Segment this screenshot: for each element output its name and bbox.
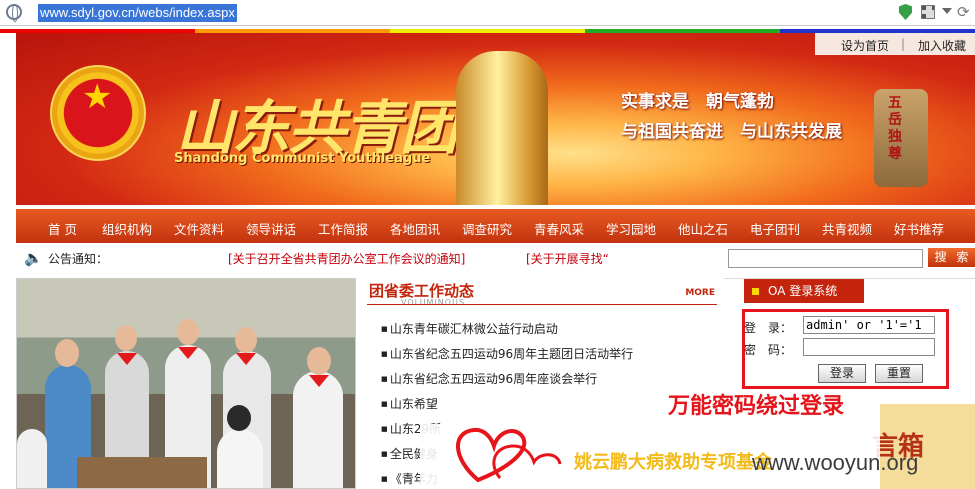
nav-item-speeches[interactable]: 领导讲话 [246, 219, 296, 238]
news-subtitle: VOLUMINOUS [401, 298, 466, 307]
globe-icon [6, 4, 22, 22]
news-photo[interactable] [16, 278, 356, 489]
news-item[interactable]: 山东青年碳汇林微公益行动启动 [381, 320, 633, 345]
site-banner: 设为首页 | 加入收藏 山东共青团 Shandong Communist You… [16, 33, 975, 205]
nav-item-youth[interactable]: 青春风采 [534, 219, 584, 238]
password-label: 密 码： [744, 343, 793, 357]
username-label: 登 录： [744, 321, 793, 335]
nav-item-research[interactable]: 调查研究 [462, 219, 512, 238]
slogan-line-1: 实事求是 朝气蓬勃 [621, 92, 774, 112]
refresh-icon[interactable]: ⟳ [957, 3, 970, 21]
url-text[interactable]: www.sdyl.gov.cn/webs/index.aspx [38, 4, 237, 22]
search-input[interactable] [728, 249, 923, 268]
child-head [227, 405, 251, 431]
nav-item-documents[interactable]: 文件资料 [174, 219, 224, 238]
news-item[interactable]: 山东希望 [381, 395, 633, 420]
nav-item-video[interactable]: 共青视频 [822, 219, 872, 238]
person-head [177, 319, 199, 345]
username-field[interactable] [803, 316, 935, 334]
login-title: OA 登录系统 [744, 279, 864, 303]
more-link[interactable]: MORE [685, 288, 715, 298]
charity-text: 姚云鹏大病救助专项基金 [574, 452, 772, 473]
header-links: 设为首页 | 加入收藏 [815, 33, 975, 55]
notice-link[interactable]: [关于召开全省共青团办公室工作会议的通知] [228, 250, 465, 267]
person-head [115, 325, 137, 351]
person-head [307, 347, 331, 375]
reset-button[interactable]: 重置 [875, 364, 923, 383]
rock-text: 五岳独尊 [888, 95, 902, 162]
search-button[interactable]: 搜 索 [928, 248, 975, 267]
oa-login-panel: OA 登录系统 登 录： 密 码： 登录 重置 [724, 278, 975, 398]
site-subtitle: Shandong Communist Youthleague [174, 151, 431, 166]
child-figure [217, 429, 263, 488]
nav-item-books[interactable]: 好书推荐 [894, 219, 944, 238]
password-field[interactable] [803, 338, 935, 356]
youth-league-emblem-icon [50, 65, 146, 161]
nav-item-study[interactable]: 学习园地 [606, 219, 656, 238]
chevron-down-icon[interactable] [942, 8, 952, 14]
nav-item-briefings[interactable]: 工作简报 [318, 219, 368, 238]
heart-logo-icon [456, 427, 562, 483]
notice-bar: 🔈 公告通知： [关于召开全省共青团办公室工作会议的通知] [关于开展寻找“ 搜… [16, 246, 975, 270]
person-figure [293, 371, 343, 488]
main-nav: 首 页 组织机构 文件资料 领导讲话 工作简报 各地团讯 调查研究 青春风采 学… [16, 209, 975, 243]
huabiao-pillar-image [456, 51, 548, 205]
nav-item-organization[interactable]: 组织机构 [102, 219, 152, 238]
speaker-icon: 🔈 [24, 249, 43, 267]
annotation-caption: 万能密码绕过登录 [668, 394, 845, 419]
nav-item-ejournal[interactable]: 电子团刊 [750, 219, 800, 238]
qr-code-icon[interactable] [921, 5, 935, 19]
watermark-text: www.wooyun.org [752, 450, 919, 475]
nav-item-home[interactable]: 首 页 [48, 219, 77, 238]
notice-label: 公告通知： [48, 252, 109, 266]
workbench [77, 457, 207, 488]
notice-link[interactable]: [关于开展寻找“ [526, 250, 609, 267]
person-head [235, 327, 257, 353]
shield-icon[interactable] [899, 4, 912, 20]
bookmark-link[interactable]: 加入收藏 [918, 37, 966, 54]
login-button[interactable]: 登录 [818, 364, 866, 383]
nav-item-others[interactable]: 他山之石 [678, 219, 728, 238]
slogan-line-2: 与祖国共奋进 与山东共发展 [621, 122, 842, 142]
divider: | [901, 37, 906, 51]
nav-item-local-news[interactable]: 各地团讯 [390, 219, 440, 238]
taishan-rock-image: 五岳独尊 [874, 89, 928, 187]
mailbox-banner[interactable]: 言箱 [872, 404, 975, 489]
news-item[interactable]: 山东省纪念五四运动96周年座谈会举行 [381, 370, 633, 395]
person-head [55, 339, 79, 367]
divider [367, 304, 717, 305]
news-item[interactable]: 山东省纪念五四运动96周年主题团日活动举行 [381, 345, 633, 370]
address-bar[interactable]: www.sdyl.gov.cn/webs/index.aspx ⟳ [0, 0, 975, 26]
child-figure [17, 429, 47, 488]
set-home-link[interactable]: 设为首页 [841, 37, 889, 54]
